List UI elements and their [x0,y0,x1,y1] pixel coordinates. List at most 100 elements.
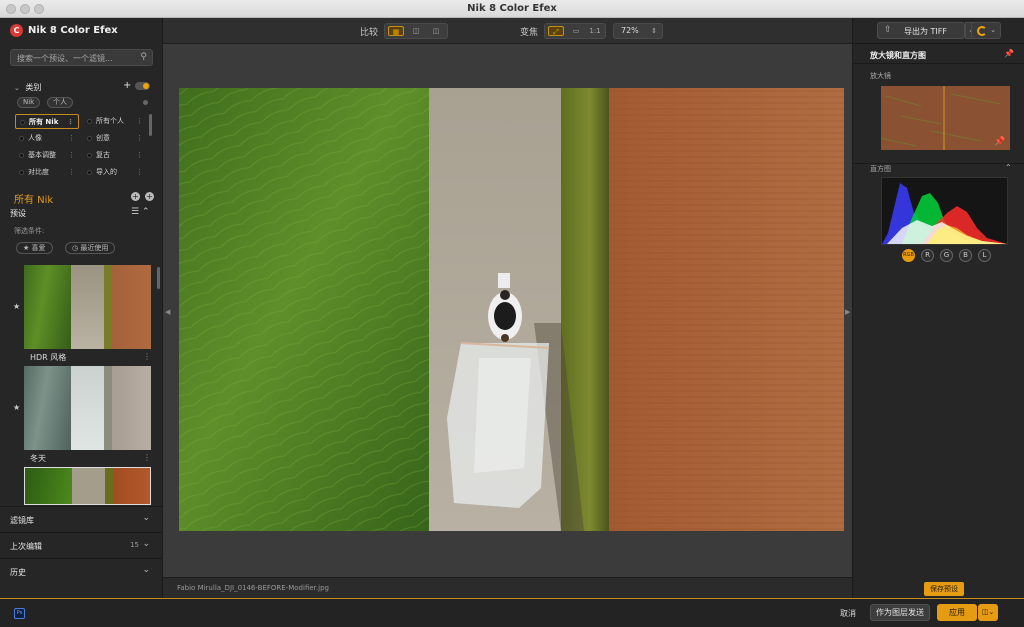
favorite-star-icon[interactable]: ★ [13,403,20,412]
search-placeholder: 搜索一个预设、一个滤镜... [17,54,113,63]
thumb-field [104,265,151,349]
preset-thumbnail-hdr[interactable] [24,265,151,349]
zoom-label: 变焦 [520,28,539,38]
accordion-label: 滤镜库 [10,516,34,525]
preset-thumbnail-partial[interactable] [24,467,151,505]
more-icon[interactable]: ⋮ [136,131,143,146]
preset-more-icon[interactable]: ⋮ [143,453,151,462]
more-icon[interactable]: ⋮ [68,165,75,180]
more-icon[interactable]: ⋮ [68,131,75,146]
footer-bar: Ps 取消 作为图层发送 应用 ◫⌄ [0,598,1024,627]
chevron-down-icon: ⌄ [14,84,20,92]
add-preset-icon[interactable]: + [131,192,140,201]
magnifier-canvas: 📌 [881,86,1010,150]
histogram-canvas [882,183,1007,244]
category-scrollbar[interactable] [149,114,152,136]
grass-texture [179,88,429,531]
compare-mode-group: ▦ ◫ ◫ [384,23,448,39]
compare-stack-icon[interactable]: ◫ [428,26,444,36]
cancel-button[interactable]: 取消 [840,608,856,619]
app-name: Nik 8 Color Efex [28,25,118,36]
category-item-contrast[interactable]: 对比度 ⋮ [15,165,79,180]
category-item-imported[interactable]: 导入的 ⋮ [83,165,147,180]
zoom-mode-group: ⤢ ▭ 1:1 [544,23,606,39]
category-item-basic[interactable]: 基本调整 ⋮ [15,148,79,163]
more-icon[interactable]: ⋮ [136,148,143,163]
channel-g-button[interactable]: G [940,249,953,262]
collapse-left-icon[interactable]: ◀ [165,308,170,316]
favorite-star-icon[interactable]: ★ [13,302,20,311]
filter-recent[interactable]: ◷ 最近使用 [65,242,116,254]
toggle-knob [143,83,149,89]
preset-more-icon[interactable]: ⋮ [143,352,151,361]
more-icon[interactable]: ⋮ [136,114,143,129]
zoom-select[interactable]: 72% ⇕ [613,23,663,39]
share-icon: ⇧ [884,25,892,35]
actual-size-button[interactable]: 1:1 [587,26,603,36]
save-preset-button[interactable]: 保存预设 [924,582,964,596]
fill-screen-icon[interactable]: ▭ [568,26,584,36]
chevron-down-icon: ⌄ [142,539,150,549]
preset-thumbnail-winter[interactable] [24,366,151,450]
channel-rgb-button[interactable]: RGB [902,249,915,262]
list-view-icon[interactable]: ☰ ⌃ [131,207,149,217]
category-bullet-icon [20,120,25,125]
histogram-label: 直方图 [870,165,891,173]
search-icon[interactable]: ⚲ [140,52,147,62]
category-item-portrait[interactable]: 人像 ⋮ [15,131,79,146]
collapse-right-icon[interactable]: ▶ [845,308,850,316]
category-item-all-nik[interactable]: 所有 Nik ⋮ [15,114,79,129]
categories-header[interactable]: ⌄ 类别 [14,82,41,93]
pin-icon[interactable]: 📌 [1004,49,1014,58]
preset-label: HDR 风格 [30,353,67,362]
presets-heading: 预设 [10,209,26,218]
category-item-vintage[interactable]: 复古 ⋮ [83,148,147,163]
filter-favorites[interactable]: ★ 喜爱 [16,242,53,254]
photoshop-icon[interactable]: Ps [14,608,25,619]
category-bullet-icon [87,153,92,158]
channel-b-button[interactable]: B [959,249,972,262]
compare-split-icon[interactable]: ▦ [388,26,404,36]
more-icon[interactable]: ⋮ [68,148,75,163]
chip-personal[interactable]: 个人 [47,97,73,108]
chevron-down-icon: ⌄ [142,513,150,523]
channel-l-button[interactable]: L [978,249,991,262]
filter-dot-icon[interactable] [143,100,148,105]
accordion-last-edits[interactable]: 上次编辑 15 ⌄ [0,532,162,558]
chevron-down-icon: ⌄ [990,26,996,34]
magnifier-label: 放大镜 [870,72,891,80]
thumb-road [71,265,104,349]
chevron-up-icon[interactable]: ⌃ [142,207,150,217]
image-preview[interactable] [179,88,844,531]
category-bullet-icon [19,153,24,158]
histogram-chart [881,177,1008,245]
preset-ring-button[interactable]: ⌄ [971,22,1001,39]
accordion-history[interactable]: 历史 ⌄ [0,558,162,584]
apply-options-dropdown[interactable]: ◫⌄ [978,604,998,621]
dress-train-top [498,273,510,288]
compare-side-by-side-icon[interactable]: ◫ [408,26,424,36]
thumb-road [72,468,105,504]
categories-title: 类别 [25,83,42,92]
search-input[interactable]: 搜索一个预设、一个滤镜... ⚲ [10,49,153,66]
fit-to-screen-icon[interactable]: ⤢ [548,26,564,36]
apply-button[interactable]: 应用 [937,604,977,621]
chevron-updown-icon: ⇕ [651,27,657,35]
magnifier-preview[interactable]: 📌 [881,86,1010,150]
add-category-icon[interactable]: + [123,80,131,91]
more-icon[interactable]: ⋮ [67,115,74,130]
chip-nik[interactable]: Nik [17,97,41,108]
category-item-creative[interactable]: 创意 ⋮ [83,131,147,146]
presets-scrollbar[interactable] [157,267,160,289]
chevron-up-icon[interactable]: ⌃ [1005,163,1012,172]
channel-r-button[interactable]: R [921,249,934,262]
add-collection-icon[interactable]: + [145,192,154,201]
more-icon[interactable]: ⋮ [136,165,143,180]
accordion-filter-library[interactable]: 滤镜库 ⌄ [0,506,162,532]
categories-toggle[interactable] [135,82,150,90]
category-bullet-icon [19,170,24,175]
category-label: 创意 [96,134,110,142]
category-item-all-personal[interactable]: 所有个人 ⋮ [83,114,147,129]
export-button[interactable]: ⇧ 导出为 TIFF [877,22,965,39]
send-as-layer-button[interactable]: 作为图层发送 [870,604,930,621]
